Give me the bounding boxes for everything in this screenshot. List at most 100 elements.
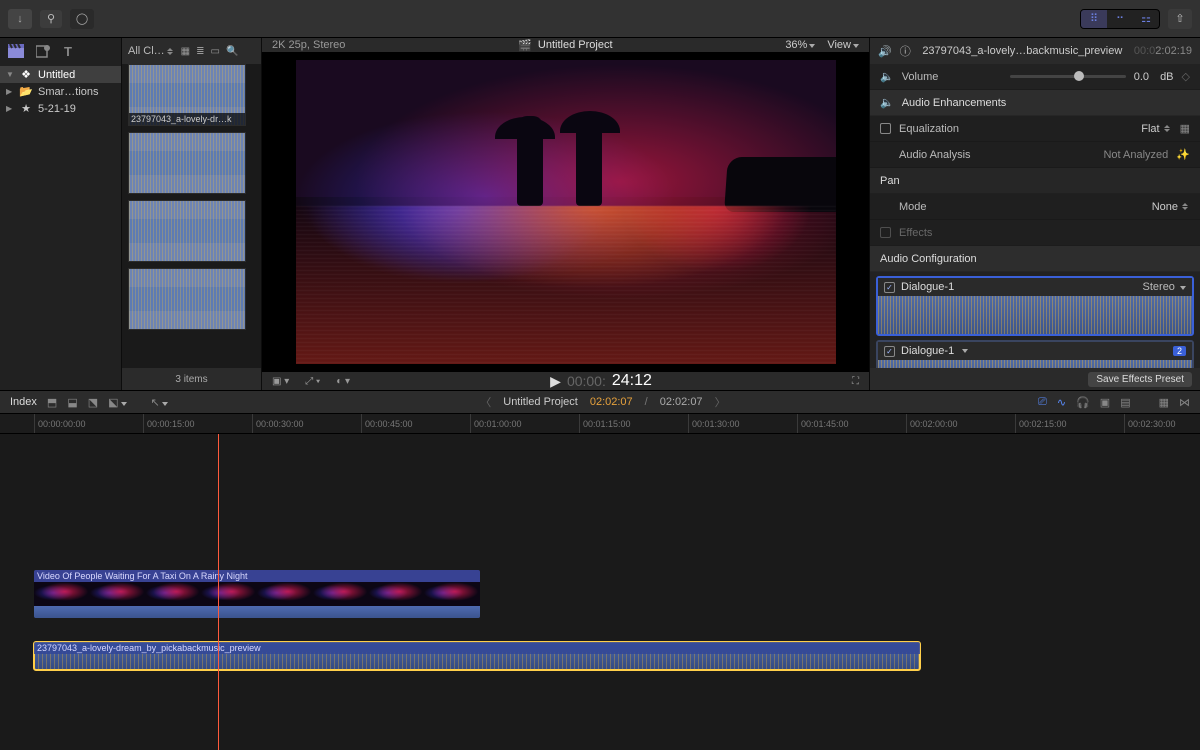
browser-filter-dropdown[interactable]: All Cl… (128, 45, 175, 57)
library-tab-clips[interactable] (8, 44, 24, 58)
workspace-switcher[interactable]: ⠿ ⠒ ⚏ (1080, 9, 1160, 29)
fullscreen-button[interactable]: ⛶ (852, 376, 859, 387)
ruler-tick: 00:01:00:00 (470, 414, 522, 433)
component-role-dropdown[interactable]: Stereo (1143, 281, 1186, 293)
library-item-untitled[interactable]: ▼ ❖ Untitled (0, 66, 121, 83)
clip-title: Video Of People Waiting For A Taxi On A … (34, 570, 480, 582)
connect-clip-icon[interactable]: ⬒ (47, 396, 57, 409)
play-button[interactable]: ▶ (550, 373, 561, 390)
magic-wand-icon[interactable]: ✨ (1176, 148, 1190, 161)
audio-skimming-icon[interactable]: ∿ (1057, 396, 1066, 409)
select-tool[interactable]: ↖ (151, 396, 168, 409)
library-item-date[interactable]: ▶ ★ 5-21-19 (0, 100, 121, 117)
analysis-value: Not Analyzed (1103, 149, 1168, 161)
clip-audio-lane (34, 606, 480, 618)
library-tab-titles[interactable]: T (63, 44, 77, 58)
clip-thumbnail[interactable] (128, 132, 246, 194)
keyword-button[interactable]: ⚲ (40, 10, 62, 28)
key-icon: ⚲ (47, 12, 55, 25)
timeline-right-tools: ⎚ ∿ 🎧 ▣ ▤ ▦ ⋈ (1038, 396, 1190, 409)
timeline-back-button[interactable]: 〈 (480, 394, 491, 410)
workspace-dual-icon[interactable]: ⠒ (1107, 10, 1133, 28)
save-effects-preset-button[interactable]: Save Effects Preset (1088, 372, 1192, 387)
playhead[interactable] (218, 434, 219, 750)
clip-browser: All Cl… ▦ ≣ ▭ 🔍 23797043_a-lovely-dr…k 3… (122, 38, 262, 390)
ruler-tick: 00:00:15:00 (143, 414, 195, 433)
search-icon[interactable]: 🔍 (226, 46, 238, 57)
eq-checkbox[interactable] (880, 123, 891, 134)
component-waveform (878, 360, 1192, 368)
crop-menu[interactable]: ⤢ ▾ (305, 376, 320, 387)
volume-value[interactable]: 0.0 dB (1134, 71, 1174, 83)
append-clip-icon[interactable]: ⬔ (88, 396, 98, 409)
disclosure-icon: ▼ (6, 70, 14, 79)
clip-thumbnail[interactable] (128, 200, 246, 262)
insert-clip-icon[interactable]: ⬓ (67, 396, 77, 409)
overwrite-clip-icon[interactable]: ⬕ (108, 396, 126, 409)
filmstrip-icon[interactable]: ▭ (211, 46, 220, 57)
download-icon: ↓ (17, 13, 23, 25)
viewer-transport: ▣ ▾ ⤢ ▾ ◐ ▾ ▶ 00:00:24:12 ⛶ (262, 372, 869, 390)
audio-tab-icon[interactable]: 🔊 (878, 45, 892, 58)
chevron-down-icon (809, 44, 815, 48)
component-name: Dialogue-1 (901, 345, 954, 357)
effects-checkbox[interactable] (880, 227, 891, 238)
library-tab-media[interactable] (36, 44, 51, 58)
keyframe-icon[interactable]: ◇ (1182, 70, 1190, 83)
timeline-index-button[interactable]: Index (10, 396, 37, 408)
workspace-color-icon[interactable]: ⚏ (1133, 10, 1159, 28)
solo-icon[interactable]: 🎧 (1076, 396, 1090, 409)
background-tasks-button[interactable]: ◯ (70, 9, 94, 29)
library-item-smart[interactable]: ▶ 📂 Smar…tions (0, 83, 121, 100)
component-name: Dialogue-1 (901, 281, 954, 293)
eq-editor-icon[interactable]: ▦ (1180, 122, 1190, 135)
view-menu[interactable]: View (827, 39, 859, 51)
timeline-layout-tools: ⬒ ⬓ ⬔ ⬕ ↖ (47, 396, 168, 409)
inspector-clip-name: 23797043_a-lovely…backmusic_preview (919, 45, 1126, 57)
audio-component-1[interactable]: Dialogue-1 Stereo (876, 276, 1194, 336)
timeline-video-clip[interactable]: Video Of People Waiting For A Taxi On A … (34, 570, 480, 618)
timeline-duration-tc: 02:02:07 (660, 396, 703, 408)
snapping-icon[interactable]: ▣ (1100, 396, 1110, 409)
app-toolbar: ↓ ⚲ ◯ ⠿ ⠒ ⚏ ⇧ (0, 0, 1200, 38)
volume-slider[interactable] (1010, 75, 1126, 78)
lane-icon[interactable]: ▤ (1120, 396, 1130, 409)
folder-icon: 📂 (19, 85, 33, 98)
pan-mode-dropdown[interactable]: None (1152, 201, 1190, 213)
item-count: 3 items (175, 374, 207, 385)
info-tab-icon[interactable]: ⓘ (900, 43, 911, 59)
audio-component-2[interactable]: Dialogue-1 2 (876, 340, 1194, 368)
skimming-icon[interactable]: ⎚ (1038, 396, 1047, 409)
audio-enhancements-header[interactable]: 🔈 Audio Enhancements (870, 90, 1200, 116)
grid-view-icon[interactable]: ▦ (181, 46, 190, 57)
transform-menu[interactable]: ▣ ▾ (272, 376, 289, 387)
timeline[interactable]: Video Of People Waiting For A Taxi On A … (0, 434, 1200, 750)
import-button[interactable]: ↓ (8, 9, 32, 29)
workspace-all-icon[interactable]: ⠿ (1081, 10, 1107, 28)
share-icon: ⇧ (1175, 12, 1184, 25)
effects-browser-icon[interactable]: ▦ (1159, 396, 1169, 409)
clip-thumbnail[interactable] (128, 268, 246, 330)
timeline-fwd-button[interactable]: 〉 (715, 394, 726, 410)
component-checkbox[interactable] (884, 346, 895, 357)
filter-label: All Cl… (128, 45, 165, 57)
timeline-audio-clip[interactable]: 23797043_a-lovely-dream_by_pickabackmusi… (34, 642, 920, 670)
component-checkbox[interactable] (884, 282, 895, 293)
chevron-down-icon (853, 44, 859, 48)
share-button[interactable]: ⇧ (1168, 9, 1192, 29)
library-item-label: Untitled (38, 69, 75, 81)
list-view-icon[interactable]: ≣ (196, 46, 204, 57)
timeline-toolbar: Index ⬒ ⬓ ⬔ ⬕ ↖ 〈 Untitled Project 02:02… (0, 390, 1200, 414)
analysis-label: Audio Analysis (899, 149, 999, 161)
clip-thumbnail[interactable]: 23797043_a-lovely-dr…k (128, 64, 246, 126)
library-icon: ❖ (19, 68, 33, 81)
updown-icon (1182, 203, 1190, 210)
transitions-browser-icon[interactable]: ⋈ (1179, 396, 1190, 409)
eq-preset-dropdown[interactable]: Flat (1141, 123, 1171, 135)
ruler-tick: 00:02:15:00 (1015, 414, 1067, 433)
timeline-ruler[interactable]: 00:00:00:00 00:00:15:00 00:00:30:00 00:0… (0, 414, 1200, 434)
zoom-dropdown[interactable]: 36% (785, 39, 815, 51)
browser-body[interactable]: 23797043_a-lovely-dr…k (122, 64, 261, 368)
viewer-canvas[interactable] (296, 60, 836, 364)
retime-menu[interactable]: ◐ ▾ (336, 376, 350, 387)
